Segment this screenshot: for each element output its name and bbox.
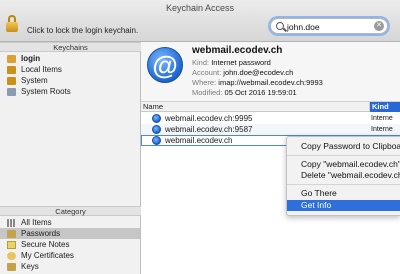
key-icon bbox=[7, 230, 16, 238]
column-header-name[interactable]: Name bbox=[143, 102, 163, 112]
sidebar: Keychains login Local Items System Syste… bbox=[0, 42, 141, 274]
sidebar-item-login[interactable]: login bbox=[0, 53, 140, 64]
sidebar-item-label: Passwords bbox=[21, 229, 61, 238]
title-bar: Keychain Access Click to lock the login … bbox=[0, 0, 400, 42]
category-header: Category bbox=[0, 206, 141, 216]
sidebar-item-label: Keys bbox=[21, 262, 39, 271]
certificate-icon bbox=[7, 252, 16, 260]
lock-keychain-label[interactable]: Click to lock the login keychain. bbox=[27, 26, 138, 35]
internet-password-icon bbox=[152, 114, 161, 123]
menu-item-copy-password[interactable]: Copy Password to Clipboa bbox=[287, 141, 400, 152]
detail-account: Account: john.doe@ecodev.ch bbox=[192, 68, 294, 77]
clear-search-icon[interactable]: ✕ bbox=[374, 21, 384, 31]
table-row[interactable]: webmail.ecodev.ch:9587 Interne bbox=[141, 124, 400, 135]
sidebar-item-label: Local Items bbox=[21, 65, 62, 74]
item-detail-panel: @ webmail.ecodev.ch Kind: Internet passw… bbox=[141, 42, 400, 102]
folder-icon bbox=[7, 88, 16, 96]
sidebar-item-system[interactable]: System bbox=[0, 75, 140, 86]
detail-kind: Kind: Internet password bbox=[192, 58, 271, 67]
context-menu: Copy Password to Clipboa Copy "webmail.e… bbox=[286, 136, 400, 216]
internet-password-icon bbox=[152, 136, 161, 145]
search-field[interactable]: john.doe ✕ bbox=[270, 18, 388, 34]
sidebar-item-keys[interactable]: Keys bbox=[0, 261, 140, 272]
sidebar-item-all-items[interactable]: All Items bbox=[0, 217, 140, 228]
search-input[interactable]: john.doe bbox=[287, 22, 320, 32]
menu-separator bbox=[287, 184, 400, 185]
row-name: webmail.ecodev.ch:9995 bbox=[165, 114, 253, 123]
menu-item-copy[interactable]: Copy "webmail.ecodev.ch" bbox=[287, 159, 400, 170]
detail-modified: Modified: 05 Oct 2016 19:59:01 bbox=[192, 88, 297, 97]
lock-icon bbox=[7, 55, 16, 63]
key-icon bbox=[7, 263, 16, 271]
lock-icon bbox=[7, 77, 16, 85]
sidebar-item-local-items[interactable]: Local Items bbox=[0, 64, 140, 75]
sidebar-item-passwords[interactable]: Passwords bbox=[0, 228, 140, 239]
note-icon bbox=[7, 241, 16, 249]
row-kind: Interne bbox=[371, 115, 393, 122]
sidebar-item-system-roots[interactable]: System Roots bbox=[0, 86, 140, 97]
menu-separator bbox=[287, 155, 400, 156]
detail-where: Where: imap://webmail.ecodev.ch:9993 bbox=[192, 78, 323, 87]
sidebar-item-label: System bbox=[21, 76, 48, 85]
internet-password-icon bbox=[152, 125, 161, 134]
menu-item-delete[interactable]: Delete "webmail.ecodev.ch" bbox=[287, 170, 400, 181]
search-icon bbox=[276, 22, 284, 30]
lock-icon bbox=[7, 66, 16, 74]
table-row[interactable]: webmail.ecodev.ch:9995 Interne bbox=[141, 113, 400, 124]
row-name: webmail.ecodev.ch:9587 bbox=[165, 125, 253, 134]
internet-password-icon: @ bbox=[147, 47, 183, 83]
sidebar-item-secure-notes[interactable]: Secure Notes bbox=[0, 239, 140, 250]
detail-title: webmail.ecodev.ch bbox=[192, 45, 283, 56]
window-title: Keychain Access bbox=[165, 3, 235, 13]
menu-item-get-info[interactable]: Get Info bbox=[287, 200, 400, 211]
all-items-icon bbox=[7, 219, 16, 227]
lock-icon[interactable] bbox=[6, 15, 18, 33]
sidebar-item-label: System Roots bbox=[21, 87, 71, 96]
sidebar-item-label: My Certificates bbox=[21, 251, 74, 260]
column-header-kind[interactable]: Kind bbox=[370, 102, 400, 112]
keychains-header: Keychains bbox=[0, 42, 141, 52]
row-name: webmail.ecodev.ch bbox=[165, 136, 233, 145]
sidebar-item-label: Secure Notes bbox=[21, 240, 70, 249]
table-header: Name Kind bbox=[141, 102, 400, 112]
sidebar-item-label: login bbox=[21, 54, 41, 63]
sidebar-item-my-certificates[interactable]: My Certificates bbox=[0, 250, 140, 261]
sidebar-item-label: All Items bbox=[21, 218, 52, 227]
menu-item-go-there[interactable]: Go There bbox=[287, 188, 400, 199]
row-kind: Interne bbox=[371, 126, 393, 133]
